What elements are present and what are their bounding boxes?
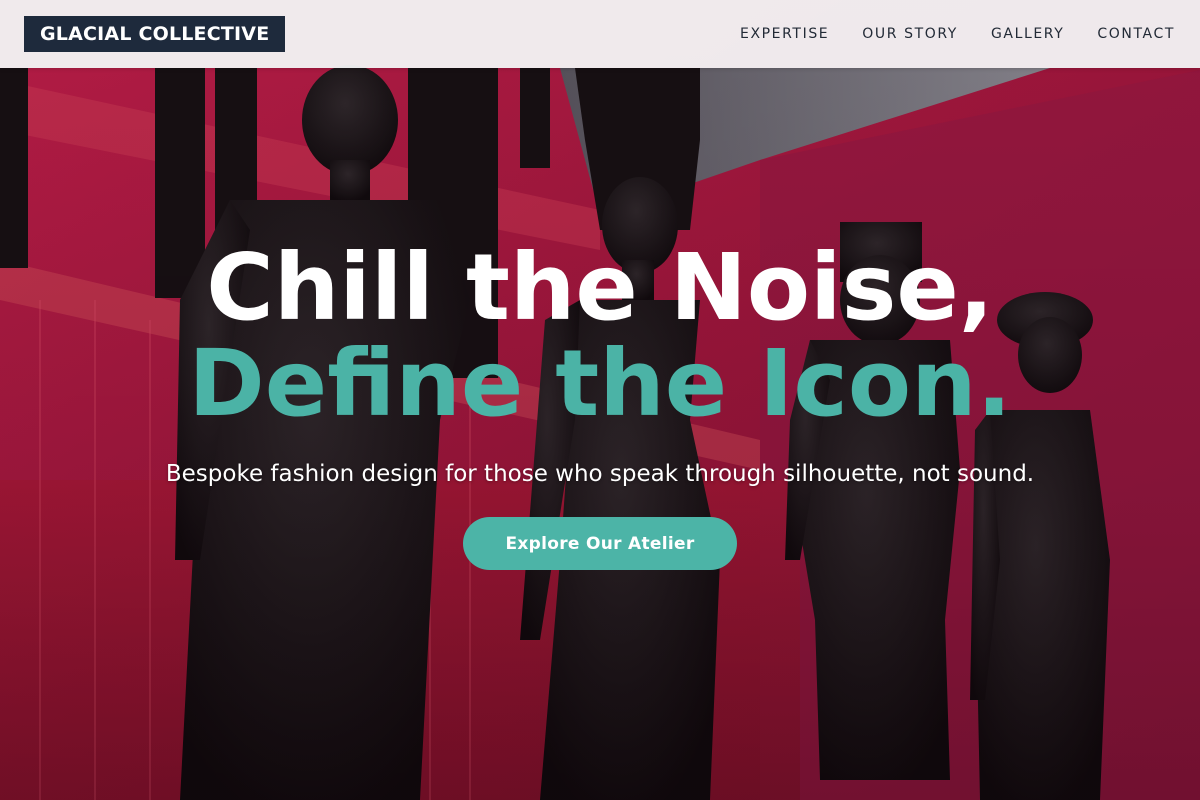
explore-atelier-button[interactable]: Explore Our Atelier (463, 517, 737, 570)
hero-subtitle: Bespoke fashion design for those who spe… (165, 461, 1035, 487)
hero-headline-line1: Chill the Noise, (206, 234, 994, 341)
hero-headline-line2: Define the Icon. (188, 330, 1012, 437)
hero-section: Chill the Noise, Define the Icon. Bespok… (0, 0, 1200, 800)
